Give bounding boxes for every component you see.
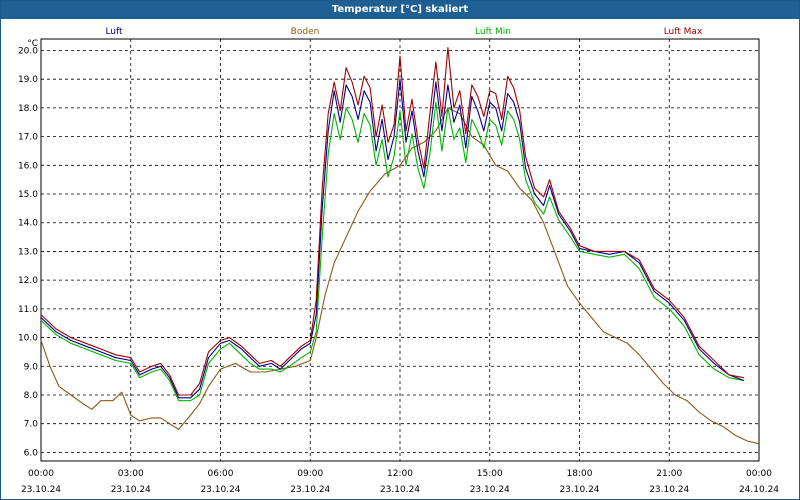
x-tick-date: 23.10.24	[200, 485, 240, 495]
x-tick-time: 03:00	[118, 469, 144, 479]
legend-luft: Luft	[105, 27, 123, 37]
y-tick-label: 11.0	[18, 305, 38, 315]
x-tick-date: 23.10.24	[290, 485, 330, 495]
y-tick-label: 9.0	[24, 362, 39, 372]
y-tick-label: 14.0	[18, 219, 38, 229]
y-tick-label: 6.0	[24, 448, 39, 458]
x-tick-time: 09:00	[297, 469, 323, 479]
y-tick-label: 17.0	[18, 133, 38, 143]
y-tick-label: 13.0	[18, 247, 38, 257]
x-tick-time: 21:00	[656, 469, 682, 479]
y-tick-label: 19.0	[18, 75, 38, 85]
x-tick-date: 23.10.24	[559, 485, 599, 495]
legend-boden: Boden	[291, 27, 320, 37]
x-tick-date: 23.10.24	[380, 485, 420, 495]
x-tick-time: 00:00	[28, 469, 54, 479]
x-tick-time: 15:00	[477, 469, 503, 479]
y-tick-label: 8.0	[24, 391, 39, 401]
y-tick-label: 15.0	[18, 190, 38, 200]
x-tick-time: 00:00	[746, 469, 772, 479]
x-tick-date: 23.10.24	[649, 485, 689, 495]
y-tick-label: 12.0	[18, 276, 38, 286]
y-tick-label: 7.0	[24, 420, 39, 430]
y-tick-label: 10.0	[18, 334, 38, 344]
x-tick-time: 18:00	[567, 469, 593, 479]
x-tick-time: 12:00	[387, 469, 413, 479]
legend-luft-max: Luft Max	[664, 27, 703, 37]
x-tick-date: 24.10.24	[739, 485, 779, 495]
legend-luft-min: Luft Min	[475, 27, 511, 37]
y-unit-label: °C	[27, 39, 38, 49]
x-tick-date: 23.10.24	[21, 485, 61, 495]
x-tick-date: 23.10.24	[111, 485, 151, 495]
x-tick-date: 23.10.24	[470, 485, 510, 495]
y-tick-label: 16.0	[18, 161, 38, 171]
y-tick-label: 18.0	[18, 104, 38, 114]
temperature-chart: 6.0 7.0 8.0 9.0 10.0 11.0 12.0 13.0 14.0 15.0 16.0…	[18, 27, 779, 495]
x-tick-time: 06:00	[208, 469, 234, 479]
chart-window: Temperatur [°C] skaliert 6.0 7.0 8.0 9.0 10.…	[0, 0, 800, 500]
